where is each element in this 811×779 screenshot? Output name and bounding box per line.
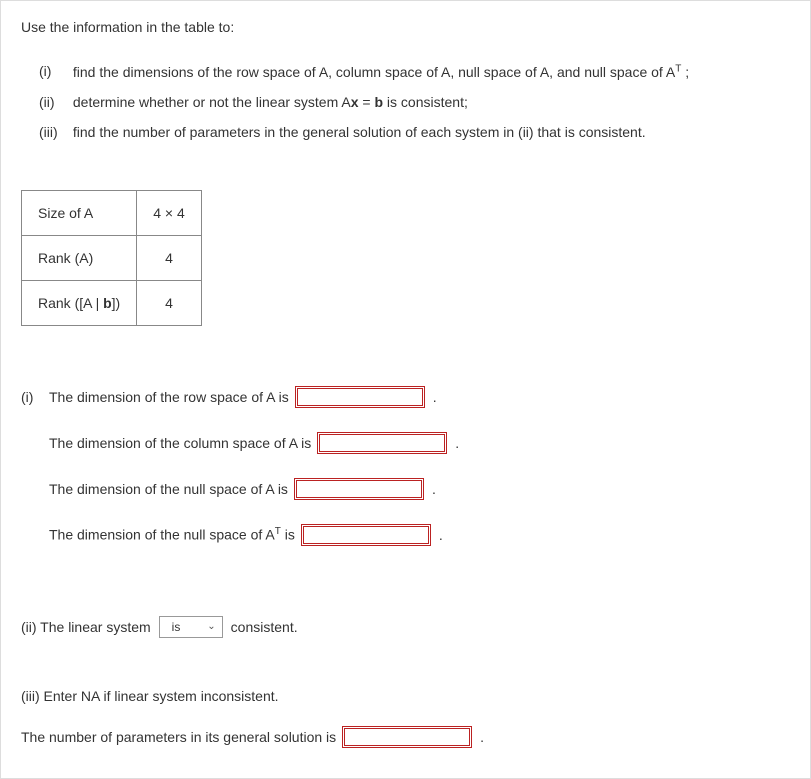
part-ii-lead: (ii) The linear system <box>21 619 151 635</box>
select-value: is <box>172 620 181 634</box>
cell-rank-ab-label-a: Rank ([A | <box>38 295 103 311</box>
task-ii-num: (ii) <box>39 94 69 110</box>
task-ii-text-c: is consistent; <box>383 94 468 110</box>
period: . <box>480 729 484 745</box>
answers-i-lead: (i) <box>21 389 49 405</box>
cell-size-value: 4 × 4 <box>137 190 202 235</box>
null-space-a-input[interactable] <box>294 478 424 500</box>
cell-rank-ab-bold: b <box>103 295 112 311</box>
cell-size-label: Size of A <box>22 190 137 235</box>
task-i-text-b: ; <box>681 64 689 80</box>
task-ii-bold2: b <box>374 94 383 110</box>
period: . <box>455 435 459 451</box>
row-space-label: The dimension of the row space of A is <box>49 389 289 405</box>
row-space-input[interactable] <box>295 386 425 408</box>
task-ii-text: determine whether or not the linear syst… <box>73 94 468 110</box>
task-iii-text: find the number of parameters in the gen… <box>73 124 646 140</box>
part-ii-trail: consistent. <box>231 619 298 635</box>
table-row: Size of A 4 × 4 <box>22 190 202 235</box>
table-row: Rank (A) 4 <box>22 235 202 280</box>
part-iii-note: (iii) Enter NA if linear system inconsis… <box>21 688 790 704</box>
task-ii-text-a: determine whether or not the linear syst… <box>73 94 351 110</box>
cell-rank-a-value: 4 <box>137 235 202 280</box>
task-iii: (iii) find the number of parameters in t… <box>39 124 790 140</box>
chevron-down-icon: ⌄ <box>207 621 215 632</box>
cell-rank-a-label: Rank (A) <box>22 235 137 280</box>
task-i-text: find the dimensions of the row space of … <box>73 64 689 80</box>
intro-text: Use the information in the table to: <box>21 19 790 35</box>
num-params-input[interactable] <box>342 726 472 748</box>
null-space-at-label-b: is <box>281 527 295 543</box>
column-space-label: The dimension of the column space of A i… <box>49 435 311 451</box>
answer-row-space: (i) The dimension of the row space of A … <box>21 386 790 408</box>
answer-null-space-at: The dimension of the null space of AT is… <box>21 524 790 546</box>
task-i-text-a: find the dimensions of the row space of … <box>73 64 675 80</box>
task-ii-bold1: x <box>351 94 359 110</box>
period: . <box>432 481 436 497</box>
part-ii-row: (ii) The linear system is ⌄ consistent. <box>21 616 790 638</box>
task-ii: (ii) determine whether or not the linear… <box>39 94 790 110</box>
answers-part-i: (i) The dimension of the row space of A … <box>21 386 790 546</box>
table-row: Rank ([A | b]) 4 <box>22 280 202 325</box>
task-i: (i) find the dimensions of the row space… <box>39 63 790 80</box>
null-space-at-label: The dimension of the null space of AT is <box>49 526 295 543</box>
cell-rank-ab-label: Rank ([A | b]) <box>22 280 137 325</box>
task-list: (i) find the dimensions of the row space… <box>21 63 790 140</box>
null-space-at-input[interactable] <box>301 524 431 546</box>
answer-null-space-a: The dimension of the null space of A is … <box>21 478 790 500</box>
data-table: Size of A 4 × 4 Rank (A) 4 Rank ([A | b]… <box>21 190 202 326</box>
period: . <box>439 527 443 543</box>
column-space-input[interactable] <box>317 432 447 454</box>
cell-rank-ab-label-b: ]) <box>112 295 121 311</box>
period: . <box>433 389 437 405</box>
task-ii-text-b: = <box>359 94 375 110</box>
consistency-select[interactable]: is ⌄ <box>159 616 223 638</box>
task-iii-num: (iii) <box>39 124 69 140</box>
cell-rank-ab-value: 4 <box>137 280 202 325</box>
answer-column-space: The dimension of the column space of A i… <box>21 432 790 454</box>
task-i-num: (i) <box>39 63 69 79</box>
part-iii-row: The number of parameters in its general … <box>21 726 790 748</box>
num-params-label: The number of parameters in its general … <box>21 729 336 745</box>
null-space-at-label-a: The dimension of the null space of A <box>49 527 275 543</box>
null-space-a-label: The dimension of the null space of A is <box>49 481 288 497</box>
